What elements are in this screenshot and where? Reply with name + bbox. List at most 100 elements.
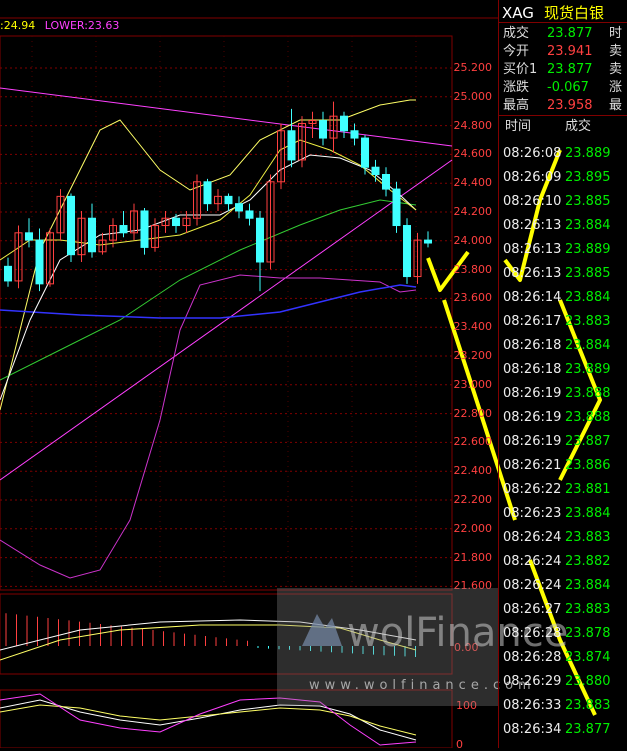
tick-price: 23.888 bbox=[565, 386, 611, 401]
quote-side-label: 时 bbox=[609, 26, 623, 41]
tick-row[interactable]: 08:26:21 23.886 bbox=[503, 454, 611, 477]
kdj-k bbox=[0, 699, 417, 741]
tick-price: 23.889 bbox=[565, 242, 611, 257]
candle-body bbox=[319, 120, 327, 139]
tick-row[interactable]: 08:26:19 23.888 bbox=[503, 382, 611, 405]
tick-price: 23.884 bbox=[565, 338, 611, 353]
quote-label: 最高 bbox=[503, 98, 530, 113]
tick-time: 08:26:10 bbox=[503, 194, 562, 209]
instrument-name: 现货白银 bbox=[544, 4, 605, 22]
tick-time: 08:26:18 bbox=[503, 338, 562, 353]
tick-time: 08:26:08 bbox=[503, 146, 562, 161]
tick-time: 08:26:13 bbox=[503, 266, 562, 281]
quote-value: 23.941 bbox=[547, 44, 593, 59]
tick-price: 23.889 bbox=[565, 362, 611, 377]
tick-price: 23.884 bbox=[565, 290, 611, 305]
indicator-header: :24.94 LOWER:23.63 bbox=[0, 19, 119, 32]
tick-row[interactable]: 08:26:23 23.884 bbox=[503, 502, 611, 525]
price-axis-label: 23.200 bbox=[453, 349, 493, 362]
price-axis-label: 22.400 bbox=[453, 464, 493, 478]
tick-row[interactable]: 08:26:28 23.878 bbox=[503, 622, 611, 645]
tick-row[interactable]: 08:26:14 23.884 bbox=[503, 286, 611, 309]
tick-row[interactable]: 08:26:33 23.883 bbox=[503, 694, 611, 717]
candle-body bbox=[119, 225, 128, 234]
price-axis-label: 23.000 bbox=[453, 377, 493, 391]
tick-time: 08:26:21 bbox=[503, 458, 562, 473]
tick-row[interactable]: 08:26:24 23.883 bbox=[503, 526, 611, 549]
quote-row: 成交 23.877 时 bbox=[503, 24, 622, 43]
price-axis-label: 24.000 bbox=[453, 233, 493, 247]
tick-time: 08:26:28 bbox=[503, 626, 562, 641]
price-axis-label: 24.200 bbox=[453, 205, 493, 218]
candle-body bbox=[256, 217, 264, 263]
tick-row[interactable]: 08:26:28 23.874 bbox=[503, 646, 611, 669]
indicator-axis-label: 0 bbox=[456, 738, 463, 751]
quote-value: -0.067 bbox=[547, 80, 589, 95]
tick-row[interactable]: 08:26:34 23.877 bbox=[503, 718, 611, 741]
candle-body bbox=[392, 188, 401, 227]
candlesticks bbox=[4, 101, 432, 292]
tick-price: 23.883 bbox=[565, 698, 611, 713]
tick-row[interactable]: 08:26:29 23.880 bbox=[503, 670, 611, 693]
tick-time: 08:26:29 bbox=[503, 674, 562, 689]
tick-time: 08:26:24 bbox=[503, 530, 562, 545]
tick-price: 23.885 bbox=[565, 194, 611, 209]
candle-body bbox=[350, 130, 359, 139]
tick-row[interactable]: 08:26:22 23.881 bbox=[503, 478, 611, 501]
tick-price: 23.887 bbox=[565, 434, 611, 449]
quote-row: 买价1 23.877 卖 bbox=[503, 60, 622, 79]
tick-price: 23.883 bbox=[565, 314, 611, 329]
bollinger-upper bbox=[0, 99, 416, 411]
tick-price: 23.883 bbox=[565, 602, 611, 617]
instrument-code: XAG bbox=[502, 4, 534, 22]
tick-row[interactable]: 08:26:18 23.889 bbox=[503, 358, 611, 381]
candle-body bbox=[67, 195, 75, 256]
tick-time: 08:26:18 bbox=[503, 362, 562, 377]
tick-time: 08:26:13 bbox=[503, 242, 562, 257]
tick-price: 23.895 bbox=[565, 170, 611, 185]
ma-green bbox=[0, 199, 417, 381]
quote-label: 买价1 bbox=[503, 62, 538, 77]
price-axis-label: 24.600 bbox=[453, 147, 493, 161]
candle-body bbox=[224, 195, 233, 205]
price-axis-label: 23.600 bbox=[453, 291, 493, 305]
candle-body bbox=[203, 181, 212, 205]
ma-blue bbox=[0, 284, 417, 319]
tick-price: 23.884 bbox=[565, 506, 611, 521]
tick-row[interactable]: 08:26:13 23.889 bbox=[503, 238, 611, 261]
tick-row[interactable]: 08:26:24 23.884 bbox=[503, 574, 611, 597]
lower-band-label: LOWER:23.63 bbox=[44, 19, 120, 32]
candle-body bbox=[245, 210, 254, 219]
instrument-title: XAG 现货白银 bbox=[502, 2, 604, 23]
tick-row[interactable]: 08:26:27 23.883 bbox=[503, 598, 611, 621]
tick-row[interactable]: 08:26:09 23.895 bbox=[503, 166, 611, 189]
tick-price: 23.884 bbox=[565, 578, 611, 593]
tick-row[interactable]: 08:26:24 23.882 bbox=[503, 550, 611, 573]
tick-row[interactable]: 08:26:13 23.884 bbox=[503, 214, 611, 237]
tick-row[interactable]: 08:26:19 23.887 bbox=[503, 430, 611, 453]
quote-label: 今开 bbox=[503, 44, 530, 59]
tick-time: 08:26:34 bbox=[503, 722, 562, 737]
tick-row[interactable]: 08:26:19 23.888 bbox=[503, 406, 611, 429]
price-axis-label: 22.800 bbox=[453, 406, 493, 420]
tick-price: 23.886 bbox=[565, 458, 611, 473]
tick-time: 08:26:19 bbox=[503, 410, 562, 425]
tick-time: 08:26:19 bbox=[503, 434, 562, 449]
candle-body bbox=[25, 232, 33, 241]
tick-price: 23.884 bbox=[565, 218, 611, 233]
price-axis-label: 22.000 bbox=[453, 521, 493, 535]
tick-row[interactable]: 08:26:13 23.885 bbox=[503, 262, 611, 285]
tick-time: 08:26:19 bbox=[503, 386, 562, 401]
tick-time: 08:26:23 bbox=[503, 506, 562, 521]
tick-row[interactable]: 08:26:18 23.884 bbox=[503, 334, 611, 357]
candle-body bbox=[361, 137, 369, 168]
tick-row[interactable]: 08:26:17 23.883 bbox=[503, 310, 611, 333]
tick-row[interactable]: 08:26:08 23.889 bbox=[503, 142, 611, 165]
tick-row[interactable]: 08:26:10 23.885 bbox=[503, 190, 611, 213]
quote-value: 23.877 bbox=[547, 62, 593, 77]
price-axis-label: 25.000 bbox=[453, 89, 493, 103]
quote-label: 成交 bbox=[503, 26, 530, 41]
kdj-d bbox=[0, 704, 417, 736]
tick-price: 23.888 bbox=[565, 410, 611, 425]
candle-body bbox=[235, 203, 243, 212]
